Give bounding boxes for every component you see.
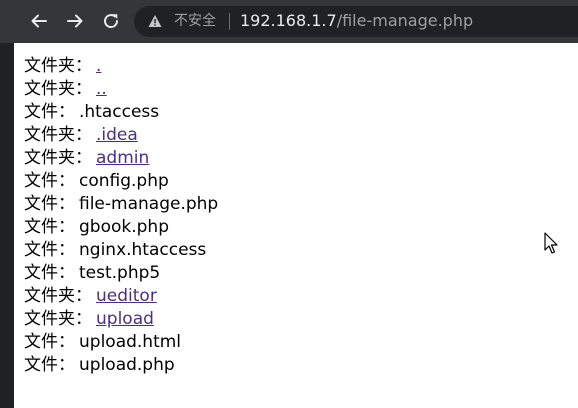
entry-type-label: 文件：: [24, 217, 75, 237]
entry-type-label: 文件夹：: [24, 79, 92, 99]
folder-link[interactable]: upload: [96, 309, 154, 329]
entry-type-label: 文件夹：: [24, 286, 92, 306]
page-content: 文件夹：. 文件夹：.. 文件： .htaccess 文件夹： .idea 文件夹： admi…: [14, 43, 578, 408]
entry-type-label: 文件夹：: [24, 56, 92, 76]
file-entry: 文件： upload.html: [24, 331, 218, 354]
folder-link[interactable]: admin: [96, 148, 149, 168]
file-entry: 文件： test.php5: [24, 262, 218, 285]
entry-type-label: 文件：: [24, 355, 75, 375]
file-name: file-manage.php: [79, 194, 219, 214]
arrow-left-icon: [31, 14, 47, 28]
entry-type-label: 文件：: [24, 263, 75, 283]
warning-triangle-icon[interactable]: [148, 14, 162, 28]
back-button[interactable]: [26, 8, 52, 34]
file-entry: 文件： gbook.php: [24, 216, 218, 239]
entry-type-label: 文件夹：: [24, 148, 92, 168]
file-name: upload.html: [79, 332, 182, 352]
url-path: /file-manage.php: [336, 11, 474, 30]
file-name: gbook.php: [79, 217, 169, 237]
folder-entry[interactable]: 文件夹：..: [24, 78, 218, 101]
file-listing: 文件夹：. 文件夹：.. 文件： .htaccess 文件夹： .idea 文件夹： admi…: [24, 55, 218, 377]
entry-type-label: 文件：: [24, 171, 75, 191]
entry-type-label: 文件：: [24, 332, 75, 352]
file-name: upload.php: [79, 355, 175, 375]
folder-link[interactable]: ..: [96, 79, 107, 99]
url-host: 192.168.1.7: [240, 11, 337, 30]
folder-entry[interactable]: 文件夹： .idea: [24, 124, 218, 147]
folder-link[interactable]: ueditor: [96, 286, 157, 306]
arrow-right-icon: [67, 14, 83, 28]
omnibox-divider: [229, 13, 230, 30]
file-name: nginx.htaccess: [79, 240, 207, 260]
mouse-pointer-icon: [544, 232, 558, 254]
reload-icon: [104, 14, 119, 29]
folder-entry[interactable]: 文件夹： admin: [24, 147, 218, 170]
reload-button[interactable]: [98, 8, 124, 34]
file-entry: 文件： .htaccess: [24, 101, 218, 124]
file-entry: 文件： config.php: [24, 170, 218, 193]
file-name: config.php: [79, 171, 169, 191]
forward-button[interactable]: [62, 8, 88, 34]
entry-type-label: 文件：: [24, 240, 75, 260]
browser-toolbar: 不安全 192.168.1.7/file-manage.php: [0, 0, 578, 43]
address-bar[interactable]: 不安全 192.168.1.7/file-manage.php: [134, 6, 578, 37]
entry-type-label: 文件：: [24, 102, 75, 122]
entry-type-label: 文件夹：: [24, 125, 92, 145]
folder-link[interactable]: .: [96, 56, 101, 76]
folder-entry[interactable]: 文件夹： ueditor: [24, 285, 218, 308]
file-entry: 文件： upload.php: [24, 354, 218, 377]
file-entry: 文件： file-manage.php: [24, 193, 218, 216]
security-status-label[interactable]: 不安全: [174, 12, 216, 30]
file-name: .htaccess: [79, 102, 160, 122]
folder-entry[interactable]: 文件夹： upload: [24, 308, 218, 331]
file-name: test.php5: [79, 263, 161, 283]
file-entry: 文件： nginx.htaccess: [24, 239, 218, 262]
folder-link[interactable]: .idea: [96, 125, 138, 145]
entry-type-label: 文件：: [24, 194, 75, 214]
url-text[interactable]: 192.168.1.7/file-manage.php: [240, 11, 473, 31]
folder-entry[interactable]: 文件夹：.: [24, 55, 218, 78]
entry-type-label: 文件夹：: [24, 309, 92, 329]
